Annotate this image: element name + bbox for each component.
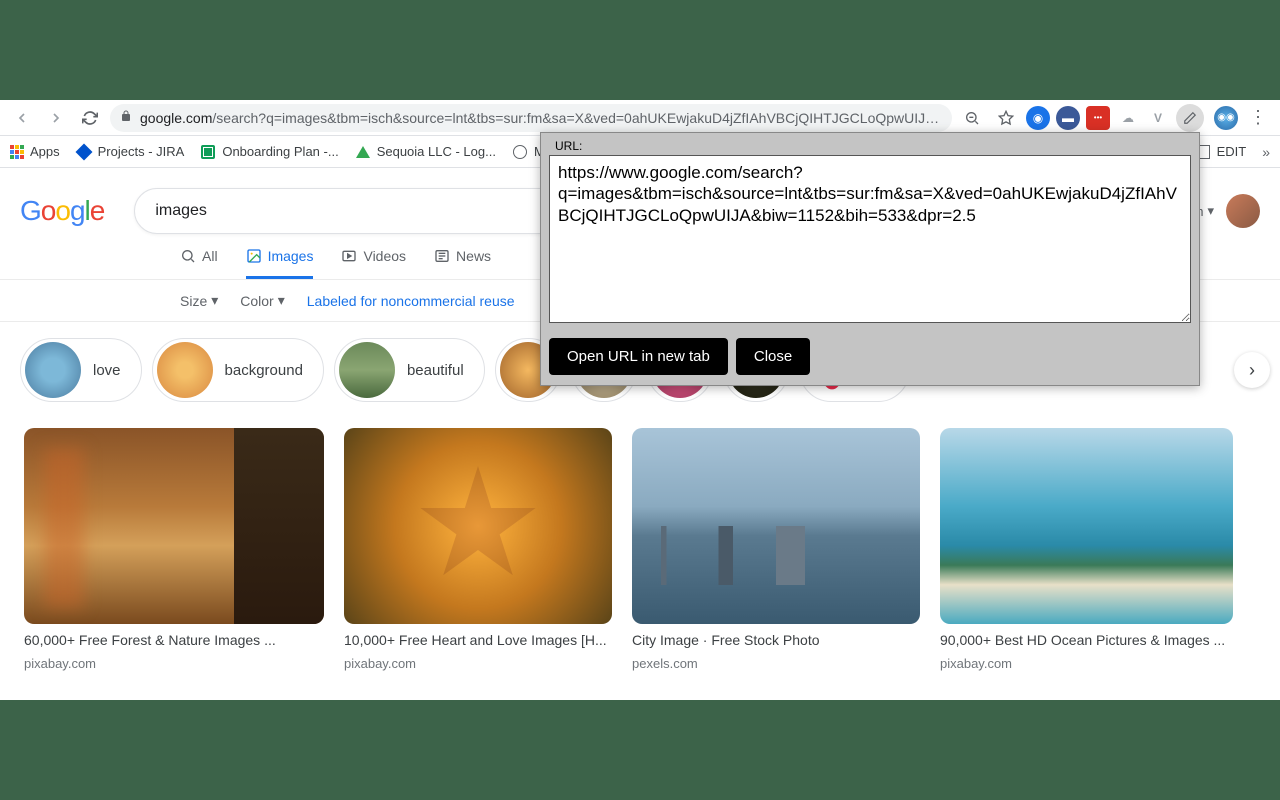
images-icon [246, 248, 262, 264]
jira-label: Projects - JIRA [98, 144, 185, 159]
google-logo[interactable]: Google [20, 195, 104, 227]
chip-thumb [25, 342, 81, 398]
browser-menu-icon[interactable]: ⋮ [1244, 104, 1272, 132]
open-url-button[interactable]: Open URL in new tab [549, 338, 728, 375]
extension-3-icon[interactable]: ••• [1086, 106, 1110, 130]
chevron-down-icon: ▾ [211, 292, 218, 309]
tab-images[interactable]: Images [246, 248, 314, 279]
close-popup-button[interactable]: Close [736, 338, 810, 375]
popup-buttons: Open URL in new tab Close [549, 338, 1191, 375]
back-button[interactable] [8, 104, 36, 132]
sequoia-bookmark[interactable]: Sequoia LLC - Log... [355, 144, 496, 160]
result-title: 90,000+ Best HD Ocean Pictures & Images … [940, 632, 1233, 648]
filter-license-label: Labeled for noncommercial reuse [307, 293, 515, 309]
result-heart[interactable]: 10,000+ Free Heart and Love Images [H...… [344, 428, 612, 671]
chip-beautiful[interactable]: beautiful [334, 338, 485, 402]
tab-videos-label: Videos [363, 248, 406, 264]
sequoia-icon [355, 144, 371, 160]
onboarding-label: Onboarding Plan -... [222, 144, 338, 159]
sheets-icon [200, 144, 216, 160]
globe-icon [512, 144, 528, 160]
result-thumb [24, 428, 324, 624]
result-ocean[interactable]: 90,000+ Best HD Ocean Pictures & Images … [940, 428, 1233, 671]
apps-icon [10, 145, 24, 159]
search-query-text: images [155, 202, 207, 220]
filter-license[interactable]: Labeled for noncommercial reuse▾ [307, 292, 526, 309]
apps-label: Apps [30, 144, 60, 159]
reload-button[interactable] [76, 104, 104, 132]
onboarding-bookmark[interactable]: Onboarding Plan -... [200, 144, 338, 160]
forward-button[interactable] [42, 104, 70, 132]
extension-v-icon[interactable]: V [1146, 106, 1170, 130]
news-icon [434, 248, 450, 264]
user-avatar[interactable] [1226, 194, 1260, 228]
extension-1-icon[interactable]: ◉ [1026, 106, 1050, 130]
tab-videos[interactable]: Videos [341, 248, 406, 279]
filter-size[interactable]: Size▾ [180, 292, 218, 309]
chip-label: beautiful [407, 362, 464, 379]
result-source: pixabay.com [24, 656, 324, 671]
chip-thumb [157, 342, 213, 398]
chip-thumb [339, 342, 395, 398]
chip-label: background [225, 362, 303, 379]
result-forest[interactable]: 60,000+ Free Forest & Nature Images ... … [24, 428, 324, 671]
extension-2-icon[interactable]: ▬ [1056, 106, 1080, 130]
url-textarea[interactable] [549, 155, 1191, 323]
lock-icon [120, 110, 132, 125]
result-title: City Image · Free Stock Photo [632, 632, 920, 648]
result-source: pexels.com [632, 656, 920, 671]
result-thumb [940, 428, 1233, 624]
filter-color-label: Color [240, 293, 273, 309]
jira-icon [76, 144, 92, 160]
chip-label: love [93, 362, 121, 379]
pencil-extension-icon[interactable] [1176, 104, 1204, 132]
sequoia-label: Sequoia LLC - Log... [377, 144, 496, 159]
apps-bookmark[interactable]: Apps [10, 144, 60, 159]
filter-color[interactable]: Color ▾ [240, 292, 285, 309]
result-thumb [344, 428, 612, 624]
results-grid: 60,000+ Free Forest & Nature Images ... … [0, 418, 1280, 681]
result-source: pixabay.com [940, 656, 1233, 671]
result-title: 60,000+ Free Forest & Nature Images ... [24, 632, 324, 648]
edit-label: EDIT [1217, 144, 1247, 159]
tab-images-label: Images [268, 248, 314, 264]
url-label: URL: [555, 139, 1191, 153]
result-title: 10,000+ Free Heart and Love Images [H... [344, 632, 612, 648]
url-domain: google.com [140, 110, 212, 126]
videos-icon [341, 248, 357, 264]
result-city[interactable]: City Image · Free Stock Photo pexels.com [632, 428, 920, 671]
browser-toolbar: google.com /search?q=images&tbm=isch&sou… [0, 100, 1280, 136]
zoom-icon[interactable] [958, 104, 986, 132]
tab-all[interactable]: All [180, 248, 218, 279]
result-source: pixabay.com [344, 656, 612, 671]
bookmarks-overflow-icon[interactable]: » [1262, 144, 1270, 160]
edit-bookmark[interactable]: EDIT [1195, 144, 1247, 160]
chip-background[interactable]: background [152, 338, 324, 402]
chevron-down-icon: ▾ [1207, 203, 1214, 219]
filter-size-label: Size [180, 293, 207, 309]
url-edit-popup: URL: Open URL in new tab Close [540, 132, 1200, 386]
jira-bookmark[interactable]: Projects - JIRA [76, 144, 185, 160]
tab-news-label: News [456, 248, 491, 264]
chevron-down-icon: ▾ [278, 292, 285, 309]
tab-news[interactable]: News [434, 248, 491, 279]
tab-all-label: All [202, 248, 218, 264]
url-path: /search?q=images&tbm=isch&source=lnt&tbs… [212, 110, 942, 126]
result-thumb [632, 428, 920, 624]
star-icon[interactable] [992, 104, 1020, 132]
search-icon [180, 248, 196, 264]
profile-avatar-small[interactable]: ◉◉ [1214, 106, 1238, 130]
chips-next-button[interactable]: › [1234, 352, 1270, 388]
address-bar[interactable]: google.com /search?q=images&tbm=isch&sou… [110, 104, 952, 132]
chip-love[interactable]: love [20, 338, 142, 402]
extension-cloud-icon[interactable]: ☁ [1116, 106, 1140, 130]
